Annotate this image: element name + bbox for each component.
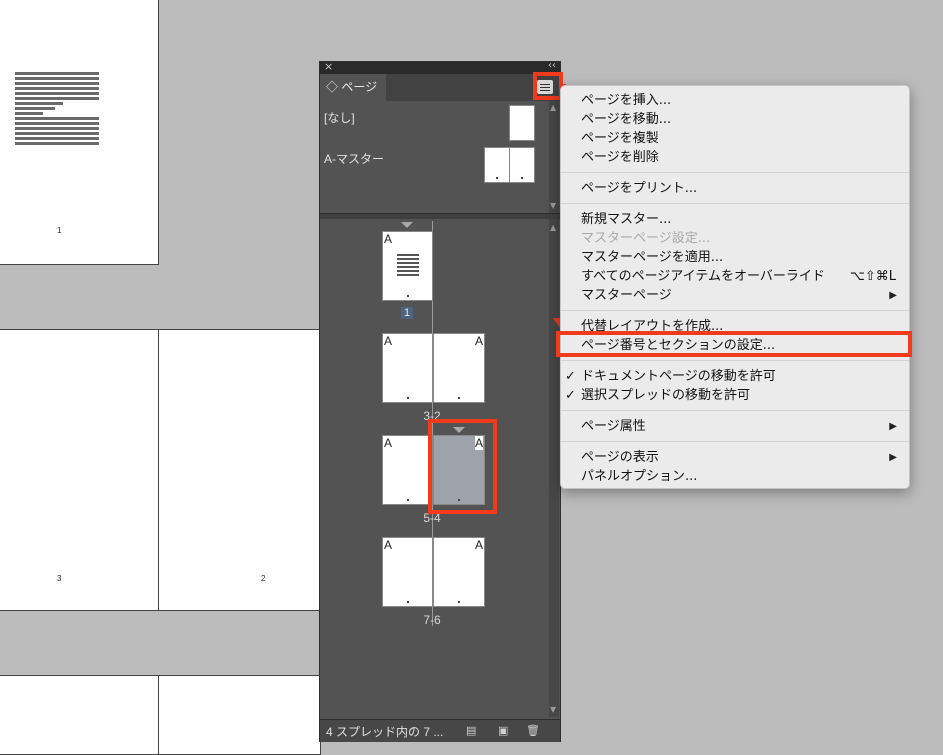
text-lines-icon bbox=[397, 254, 419, 276]
page-thumb-6[interactable]: A bbox=[433, 537, 485, 607]
spread-label-1[interactable]: 1 bbox=[401, 307, 414, 319]
panel-context-menu: ページを挿入... ページを移動... ページを複製 ページを削除 ページをプリ… bbox=[560, 85, 910, 489]
document-page-3[interactable]: 3 bbox=[0, 329, 159, 611]
menu-item-master-pages[interactable]: マスターページ bbox=[581, 286, 672, 305]
close-icon[interactable]: × bbox=[324, 60, 333, 73]
master-a-right-thumb[interactable] bbox=[509, 147, 535, 183]
checkmark-icon: ✓ bbox=[565, 369, 576, 384]
checkmark-icon: ✓ bbox=[565, 388, 576, 403]
scroll-down-icon[interactable]: ▼ bbox=[550, 705, 556, 714]
page-dot bbox=[406, 295, 409, 297]
spread-label-7-6[interactable]: 7-6 bbox=[402, 613, 462, 627]
page-number: 3 bbox=[57, 574, 62, 583]
menu-item-allow-document-pages-shuffle[interactable]: ドキュメントページの移動を許可 bbox=[581, 367, 776, 386]
page-number: 2 bbox=[261, 574, 266, 583]
menu-item-apply-master[interactable]: マスターページを適用... bbox=[581, 248, 723, 267]
highlight-menu-button bbox=[533, 72, 563, 100]
master-none-label[interactable]: [なし] bbox=[324, 109, 355, 126]
masters-scrollbar[interactable] bbox=[549, 101, 559, 213]
menu-item-panel-options[interactable]: パネルオプション... bbox=[581, 467, 697, 486]
panel-titlebar: × ‹‹ bbox=[320, 60, 560, 74]
menu-item-page-attributes[interactable]: ページ属性 bbox=[581, 417, 646, 436]
page-thumb-7[interactable]: A bbox=[382, 537, 433, 607]
scroll-down-icon[interactable]: ▼ bbox=[550, 201, 556, 210]
override-shortcut: ⌥⇧⌘L bbox=[849, 269, 896, 284]
master-prefix: A bbox=[384, 436, 393, 450]
highlight-selected-page bbox=[428, 419, 497, 514]
page-dot bbox=[406, 397, 409, 399]
menu-item-allow-selected-spread-shuffle[interactable]: 選択スプレッドの移動を許可 bbox=[581, 386, 750, 405]
current-page-marker-icon bbox=[401, 222, 413, 228]
document-page-5[interactable] bbox=[0, 675, 159, 755]
panel-tab-row: ◇ ページ bbox=[320, 74, 560, 101]
document-page-4[interactable] bbox=[158, 675, 321, 755]
master-prefix: A bbox=[474, 334, 483, 348]
menu-item-master-options: マスターページ設定... bbox=[581, 231, 711, 246]
menu-item-print-pages[interactable]: ページをプリント... bbox=[581, 179, 697, 198]
new-page-icon[interactable]: ▣ bbox=[498, 724, 510, 737]
pages-scrollbar[interactable] bbox=[549, 219, 559, 717]
menu-item-override-all[interactable]: すべてのページアイテムをオーバーライド bbox=[581, 267, 825, 286]
menu-separator bbox=[561, 203, 909, 204]
page-thumb-2[interactable]: A bbox=[433, 333, 485, 403]
page-number: 1 bbox=[57, 226, 62, 235]
master-prefix: A bbox=[474, 538, 483, 552]
text-frame[interactable] bbox=[15, 72, 99, 147]
menu-item-move-pages[interactable]: ページを移動... bbox=[581, 110, 671, 129]
scroll-up-icon[interactable]: ▲ bbox=[550, 223, 556, 232]
menu-separator bbox=[561, 410, 909, 411]
document-page-2[interactable]: 2 bbox=[158, 329, 321, 611]
scroll-up-icon[interactable]: ▲ bbox=[550, 103, 556, 112]
menu-separator bbox=[561, 310, 909, 311]
master-prefix: A bbox=[384, 334, 393, 348]
footer-status: 4 スプレッド内の 7 ... bbox=[326, 725, 444, 739]
page-dot bbox=[458, 397, 460, 399]
submenu-arrow-icon: ▶ bbox=[889, 421, 897, 432]
masters-section: [なし] A-マスター ▲ ▼ bbox=[320, 101, 560, 213]
document-page-1[interactable]: 1 bbox=[0, 0, 159, 265]
page-dot bbox=[406, 499, 409, 501]
page-thumb-1[interactable]: A bbox=[382, 231, 433, 301]
menu-separator bbox=[561, 441, 909, 442]
trash-icon[interactable]: 🗑 bbox=[526, 724, 540, 737]
collapse-icon[interactable]: ‹‹ bbox=[548, 60, 556, 71]
master-prefix: A bbox=[384, 232, 393, 246]
page-dot bbox=[496, 177, 498, 179]
page-dot bbox=[521, 177, 523, 179]
menu-separator bbox=[561, 172, 909, 173]
master-prefix: A bbox=[384, 538, 393, 552]
menu-item-duplicate-page[interactable]: ページを複製 bbox=[581, 129, 659, 148]
page-dot bbox=[458, 601, 460, 603]
submenu-arrow-icon: ▶ bbox=[889, 452, 897, 463]
page-size-icon[interactable]: ▤ bbox=[466, 724, 478, 737]
master-a-label[interactable]: A-マスター bbox=[324, 150, 384, 167]
menu-item-insert-pages[interactable]: ページを挿入... bbox=[581, 91, 671, 110]
menu-separator bbox=[561, 360, 909, 361]
master-none-thumb[interactable] bbox=[509, 105, 535, 141]
page-thumb-3[interactable]: A bbox=[382, 333, 433, 403]
menu-item-new-master[interactable]: 新規マスター... bbox=[581, 210, 671, 229]
menu-item-view-pages[interactable]: ページの表示 bbox=[581, 448, 659, 467]
panel-footer: 4 スプレッド内の 7 ... ▤ ▣ 🗑 bbox=[320, 719, 560, 742]
page-dot bbox=[406, 601, 409, 603]
master-a-left-thumb[interactable] bbox=[484, 147, 510, 183]
tab-pages[interactable]: ◇ ページ bbox=[320, 74, 386, 101]
page-thumb-5[interactable]: A bbox=[382, 435, 433, 505]
pages-panel: × ‹‹ ◇ ページ [なし] A-マスター ▲ ▼ A 1 A A 3-2 A… bbox=[319, 60, 561, 742]
menu-item-delete-page[interactable]: ページを削除 bbox=[581, 148, 659, 167]
highlight-numbering-item bbox=[556, 331, 912, 357]
submenu-arrow-icon: ▶ bbox=[889, 290, 897, 301]
